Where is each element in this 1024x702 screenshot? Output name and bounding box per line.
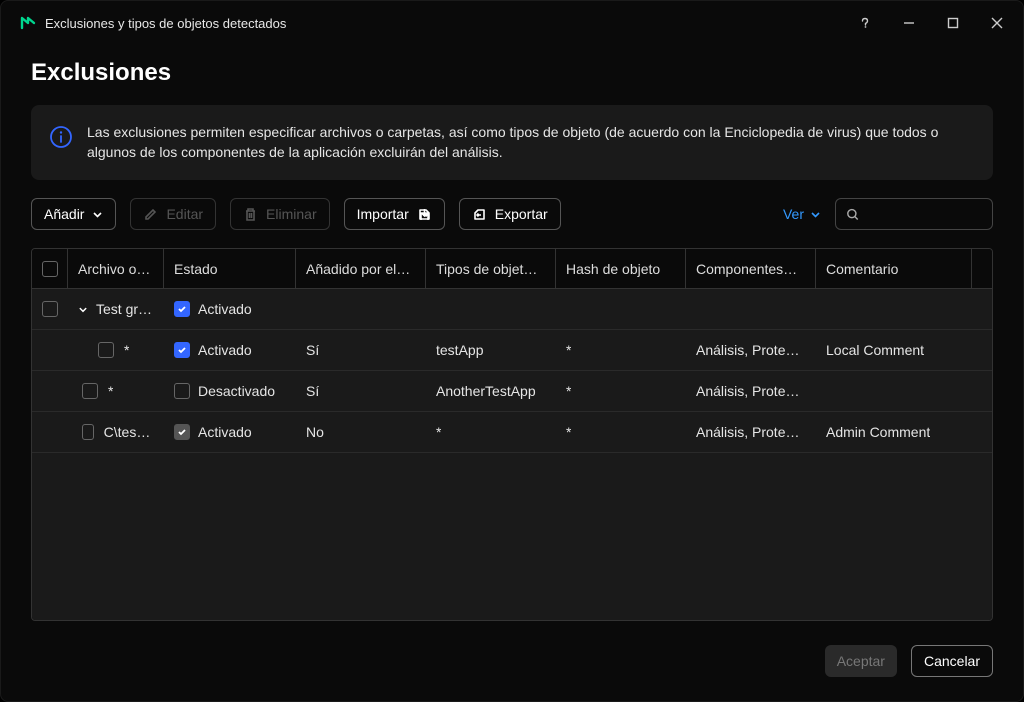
header-checkbox-cell bbox=[32, 249, 68, 289]
cell-hash: * bbox=[566, 342, 571, 358]
window-title: Exclusiones y tipos de objetos detectado… bbox=[45, 16, 286, 31]
chevron-down-icon bbox=[810, 209, 821, 220]
cell-types: AnotherTestApp bbox=[436, 383, 536, 399]
import-button[interactable]: Importar bbox=[344, 198, 445, 230]
cell-file: * bbox=[124, 342, 129, 358]
table-row[interactable]: C\test\tes… Activado No * * Análisis, Pr… bbox=[32, 412, 992, 453]
state-checkbox[interactable] bbox=[174, 342, 190, 358]
group-name: Test gro… bbox=[96, 301, 154, 317]
cell-components: Análisis, Protecci… bbox=[696, 342, 806, 358]
app-logo-icon bbox=[19, 14, 37, 32]
header-components[interactable]: Componentes… bbox=[686, 249, 816, 289]
app-window: Exclusiones y tipos de objetos detectado… bbox=[0, 0, 1024, 702]
trash-icon bbox=[243, 207, 258, 222]
header-file[interactable]: Archivo o c… bbox=[68, 249, 164, 289]
exclusions-table: Archivo o c… Estado Añadido por el… Tipo… bbox=[31, 248, 993, 621]
chevron-down-icon[interactable] bbox=[78, 304, 88, 315]
cell-state: Activado bbox=[198, 342, 252, 358]
cell-components: Análisis, Protecci… bbox=[696, 383, 806, 399]
maximize-icon[interactable] bbox=[945, 15, 961, 31]
export-button[interactable]: Exportar bbox=[459, 198, 561, 230]
export-icon bbox=[472, 207, 487, 222]
header-added[interactable]: Añadido por el… bbox=[296, 249, 426, 289]
import-icon bbox=[417, 207, 432, 222]
state-checkbox[interactable] bbox=[174, 383, 190, 399]
add-button[interactable]: Añadir bbox=[31, 198, 116, 230]
edit-button: Editar bbox=[130, 198, 216, 230]
header-state[interactable]: Estado bbox=[164, 249, 296, 289]
header-types[interactable]: Tipos de objet… bbox=[426, 249, 556, 289]
cell-types: * bbox=[436, 424, 441, 440]
pencil-icon bbox=[143, 207, 158, 222]
cell-comment: Local Comment bbox=[826, 342, 924, 358]
chevron-down-icon bbox=[92, 209, 103, 220]
table-row[interactable]: * Desactivado Sí AnotherTestApp * Anális… bbox=[32, 371, 992, 412]
row-checkbox[interactable] bbox=[42, 301, 58, 317]
select-all-checkbox[interactable] bbox=[42, 261, 58, 277]
group-state: Activado bbox=[198, 301, 252, 317]
search-input[interactable] bbox=[860, 206, 982, 222]
cell-state: Desactivado bbox=[198, 383, 275, 399]
dialog-footer: Aceptar Cancelar bbox=[1, 621, 1023, 701]
table-header: Archivo o c… Estado Añadido por el… Tipo… bbox=[32, 249, 992, 289]
header-hash[interactable]: Hash de objeto bbox=[556, 249, 686, 289]
cell-added: Sí bbox=[306, 342, 319, 358]
table-row[interactable]: * Activado Sí testApp * Análisis, Protec… bbox=[32, 330, 992, 371]
info-text: Las exclusiones permiten especificar arc… bbox=[87, 124, 938, 160]
minimize-icon[interactable] bbox=[901, 15, 917, 31]
table-group-row[interactable]: Test gro… Activado bbox=[32, 289, 992, 330]
accept-button: Aceptar bbox=[825, 645, 897, 677]
cell-components: Análisis, Protecci… bbox=[696, 424, 806, 440]
search-icon bbox=[846, 207, 860, 222]
close-icon[interactable] bbox=[989, 15, 1005, 31]
cell-added: Sí bbox=[306, 383, 319, 399]
help-icon[interactable] bbox=[857, 15, 873, 31]
toolbar: Añadir Editar Eliminar Importar Exportar bbox=[31, 198, 993, 230]
cell-added: No bbox=[306, 424, 324, 440]
cell-state: Activado bbox=[198, 424, 252, 440]
row-checkbox[interactable] bbox=[82, 383, 98, 399]
state-checkbox[interactable] bbox=[174, 424, 190, 440]
cell-types: testApp bbox=[436, 342, 483, 358]
cell-hash: * bbox=[566, 383, 571, 399]
info-icon bbox=[49, 125, 73, 149]
cell-file: C\test\tes… bbox=[104, 424, 154, 440]
state-checkbox[interactable] bbox=[174, 301, 190, 317]
cancel-button[interactable]: Cancelar bbox=[911, 645, 993, 677]
search-box[interactable] bbox=[835, 198, 993, 230]
titlebar: Exclusiones y tipos de objetos detectado… bbox=[1, 1, 1023, 45]
row-checkbox[interactable] bbox=[82, 424, 94, 440]
delete-button: Eliminar bbox=[230, 198, 330, 230]
view-dropdown[interactable]: Ver bbox=[783, 206, 821, 222]
cell-hash: * bbox=[566, 424, 571, 440]
cell-comment: Admin Comment bbox=[826, 424, 930, 440]
header-comment[interactable]: Comentario bbox=[816, 249, 972, 289]
info-banner: Las exclusiones permiten especificar arc… bbox=[31, 105, 993, 180]
row-checkbox[interactable] bbox=[98, 342, 114, 358]
cell-file: * bbox=[108, 383, 113, 399]
table-body: Test gro… Activado * bbox=[32, 289, 992, 620]
page-title: Exclusiones bbox=[31, 59, 993, 87]
